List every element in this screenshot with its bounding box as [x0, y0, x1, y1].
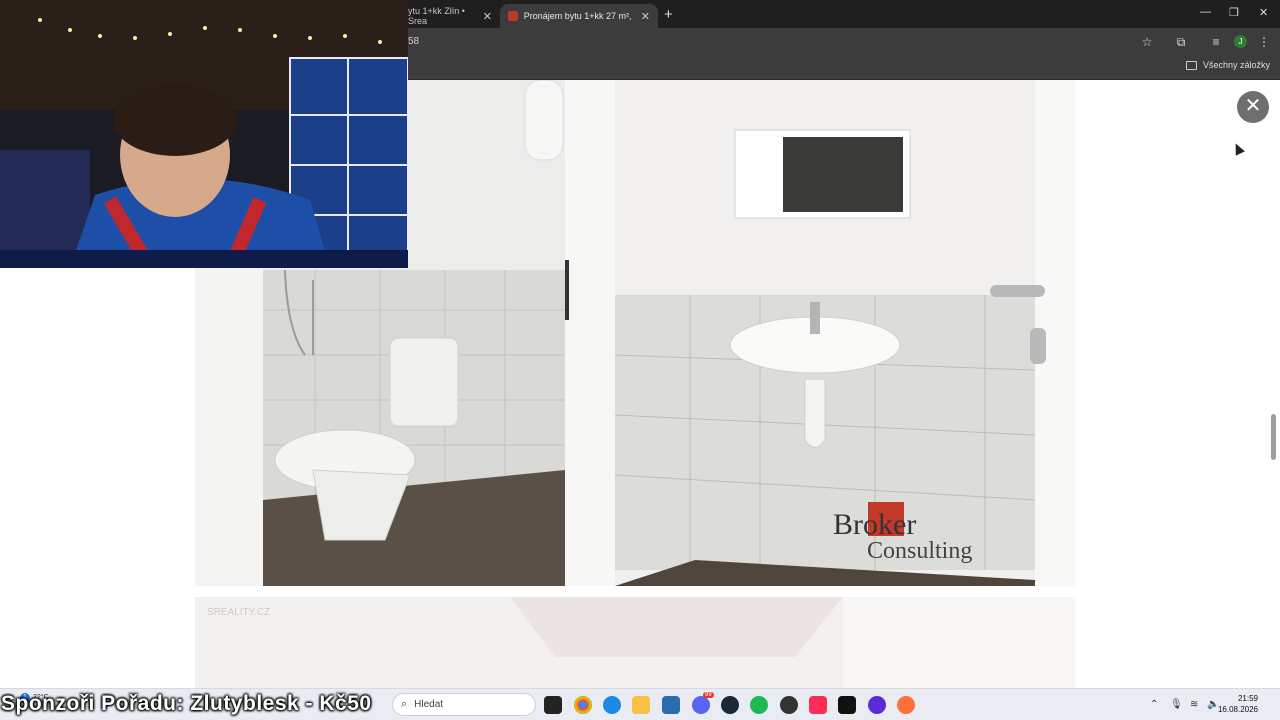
- spotify-icon[interactable]: [750, 696, 768, 714]
- steam-icon[interactable]: [721, 696, 739, 714]
- tab-close-icon[interactable]: ✕: [483, 10, 492, 23]
- media-control-icon[interactable]: ≡: [1208, 34, 1224, 50]
- clock-time: 21:59: [1237, 694, 1258, 703]
- wifi-icon[interactable]: ≋: [1190, 699, 1198, 710]
- obs-icon[interactable]: [868, 696, 886, 714]
- task-view-icon[interactable]: [544, 696, 562, 714]
- mouse-cursor-icon: [1231, 141, 1245, 156]
- bookmark-star-icon[interactable]: ☆: [1139, 34, 1155, 50]
- discord-icon[interactable]: [692, 696, 710, 714]
- sponsor-overlay-text: Sponzoři Pořadu: Zlutyblesk - Kč50: [1, 692, 372, 715]
- webcam-feed: [0, 0, 408, 268]
- tiktok-icon[interactable]: [809, 696, 827, 714]
- menu-icon[interactable]: ⋮: [1256, 34, 1272, 50]
- tab-close-icon[interactable]: ✕: [641, 10, 650, 23]
- file-explorer-icon[interactable]: [632, 696, 650, 714]
- extensions-icon[interactable]: ⧉: [1173, 34, 1189, 50]
- sreality-watermark: SREALITY.CZ: [207, 607, 270, 618]
- folder-icon: [1185, 60, 1197, 70]
- search-placeholder: Hledat: [414, 699, 444, 710]
- capcut-icon[interactable]: [838, 696, 856, 714]
- restore-icon[interactable]: ❐: [1229, 6, 1239, 19]
- edge-icon[interactable]: [603, 696, 621, 714]
- sreality-favicon-icon: [508, 11, 518, 21]
- search-icon: ⌕: [401, 698, 408, 710]
- address-bar[interactable]: 58: [408, 32, 419, 52]
- microphone-icon[interactable]: 🎙: [1170, 699, 1183, 710]
- minimize-icon[interactable]: —: [1200, 6, 1211, 18]
- webcam-overlay: [0, 0, 408, 268]
- clock-date: 16.08.2026: [1217, 705, 1258, 714]
- all-bookmarks-label: Všechny záložky: [1202, 60, 1270, 70]
- next-photo[interactable]: SREALITY.CZ: [195, 597, 1075, 688]
- tray-chevron-icon[interactable]: ⌃: [1150, 699, 1158, 710]
- tab-title: Pronájem bytu 1+kk 27 m², Pala: [523, 11, 633, 21]
- window-close-icon[interactable]: ✕: [1259, 6, 1268, 19]
- notification-badge: 99: [703, 692, 714, 698]
- app-icon[interactable]: [780, 696, 798, 714]
- notepad-icon[interactable]: [662, 696, 680, 714]
- tab-zlin[interactable]: ytu 1+kk Zlín • Srea ✕: [400, 4, 500, 28]
- firefox-icon[interactable]: [897, 696, 915, 714]
- tab-title: ytu 1+kk Zlín • Srea: [408, 6, 465, 26]
- taskbar-search[interactable]: ⌕ Hledat: [392, 693, 536, 716]
- close-gallery-button[interactable]: ✕: [1237, 91, 1269, 123]
- screen: ytu 1+kk Zlín • Srea ✕ Pronájem bytu 1+k…: [0, 0, 1280, 720]
- chrome-icon[interactable]: [574, 696, 592, 714]
- scrollbar-thumb[interactable]: [1271, 414, 1276, 460]
- all-bookmarks-button[interactable]: Všechny záložky: [1185, 60, 1270, 70]
- logo-line2: Consulting: [867, 538, 972, 564]
- clock[interactable]: 21:59 16.08.2026: [1218, 693, 1258, 715]
- next-photo-art: SREALITY.CZ: [195, 597, 1075, 688]
- tab-pronajem[interactable]: Pronájem bytu 1+kk 27 m², Pala ✕: [500, 4, 658, 28]
- profile-avatar[interactable]: J: [1234, 35, 1247, 48]
- new-tab-button[interactable]: +: [664, 6, 673, 23]
- logo-line1: Broker: [833, 508, 916, 541]
